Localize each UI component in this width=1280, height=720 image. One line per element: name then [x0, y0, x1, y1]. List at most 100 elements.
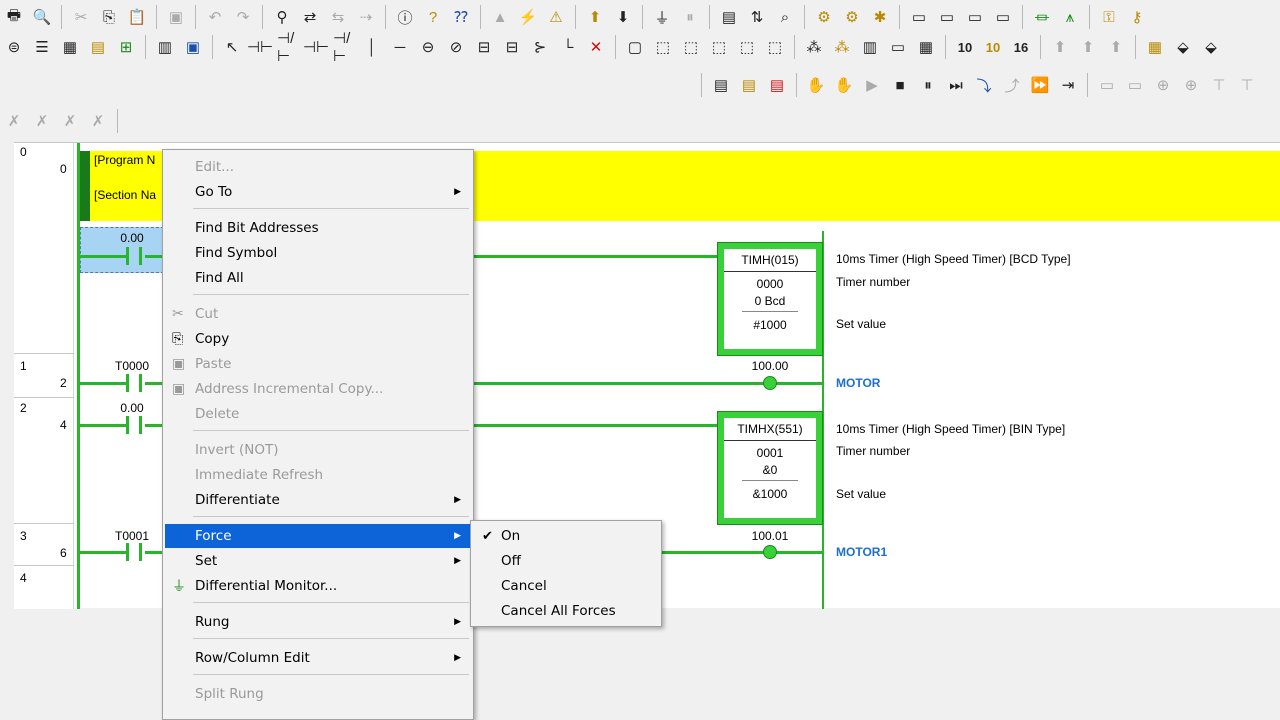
fb-icon-2[interactable]: ✗	[31, 110, 53, 132]
tree-icon[interactable]: ⊞	[115, 36, 137, 58]
io-1-icon[interactable]: ▭	[1096, 74, 1118, 96]
pause-mode-icon[interactable]: ⏸	[679, 6, 701, 28]
timer-block-timhx[interactable]: TIMHX(551) 0001 &0 &1000	[718, 412, 822, 524]
run-icon[interactable]: ▤	[718, 6, 740, 28]
io-4-icon[interactable]: ⊕	[1180, 74, 1202, 96]
view-watch-icon[interactable]: ⬚	[764, 36, 786, 58]
menu-item-differentiate[interactable]: Differentiate ▶	[165, 488, 471, 512]
context-help-icon[interactable]: ⁇	[450, 6, 472, 28]
transfer-icon[interactable]: ⬆	[584, 6, 606, 28]
nc-coil-icon[interactable]: ⊘	[445, 36, 467, 58]
step-over-icon[interactable]: ⤵	[973, 74, 995, 96]
ct-icon[interactable]: ▣	[182, 36, 204, 58]
replace-icon[interactable]: ⇄	[299, 6, 321, 28]
compare-icon[interactable]: ⬇	[612, 6, 634, 28]
nc-contact-icon[interactable]: ⊣/⊢	[277, 30, 299, 65]
io-6-icon[interactable]: ⊤	[1236, 74, 1258, 96]
stop-icon[interactable]: ■	[889, 74, 911, 96]
or-nc-contact-icon[interactable]: ⊣/⊢	[333, 30, 355, 65]
submenu-item-cancel-all-forces[interactable]: Cancel All Forces	[473, 599, 659, 623]
fb-icon-1[interactable]: ✗	[3, 110, 25, 132]
menu-item-find-symbol[interactable]: Find Symbol	[165, 241, 471, 265]
menu-item-paste[interactable]: ▣ Paste	[165, 352, 471, 376]
transfer-plc-icon[interactable]: ⬆	[1105, 36, 1127, 58]
table-icon[interactable]: ▤	[87, 36, 109, 58]
network-icon[interactable]: ⏛	[1031, 6, 1053, 28]
comment-icon[interactable]: ⁂	[831, 36, 853, 58]
instruction-icon[interactable]: ⊟	[473, 36, 495, 58]
submenu-item-cancel[interactable]: Cancel	[473, 574, 659, 598]
play-icon[interactable]: ▶	[861, 74, 883, 96]
no-contact[interactable]	[126, 416, 142, 434]
pause-icon[interactable]: ⏸	[917, 74, 939, 96]
signed-decimal-display-icon[interactable]: 10	[982, 36, 1004, 58]
menu-item-differential-monitor[interactable]: ⏚ Differential Monitor...	[165, 574, 471, 598]
print-preview-icon[interactable]: 🔍	[31, 6, 53, 28]
menu-item-find-all[interactable]: Find All	[165, 266, 471, 290]
info-icon[interactable]: ⓘ	[394, 6, 416, 28]
waveform-icon[interactable]: ⩚	[1059, 6, 1081, 28]
program-icon[interactable]: ⏚	[651, 6, 673, 28]
menu-item-find-bit-addresses[interactable]: Find Bit Addresses	[165, 216, 471, 240]
find-icon[interactable]: ⚲	[271, 6, 293, 28]
network-settings-icon[interactable]: ⊜	[3, 36, 25, 58]
no-contact-icon[interactable]: ⊣⊢	[247, 36, 273, 58]
no-contact[interactable]	[126, 374, 142, 392]
menu-item-address-incremental-copy[interactable]: ▣ Address Incremental Copy...	[165, 377, 471, 401]
online-edit-icon[interactable]: ▦	[1144, 36, 1166, 58]
menu-item-immediate-refresh[interactable]: Immediate Refresh	[165, 463, 471, 487]
menu-item-split-rung[interactable]: Split Rung	[165, 682, 471, 706]
menu-item-row-column-edit[interactable]: Row/Column Edit ▶	[165, 646, 471, 670]
redo-icon[interactable]: ↷	[232, 6, 254, 28]
data-trace-icon[interactable]: ▭	[964, 6, 986, 28]
menu-item-rung[interactable]: Rung ▶	[165, 610, 471, 634]
step-out-icon[interactable]: ⤴	[1001, 74, 1023, 96]
search-icon[interactable]: ⌕	[774, 6, 796, 28]
memory-view-icon[interactable]: ▦	[915, 36, 937, 58]
io-2-icon[interactable]: ▭	[1124, 74, 1146, 96]
decimal-display-icon[interactable]: 10	[954, 36, 976, 58]
io-comment-icon[interactable]: ▭	[887, 36, 909, 58]
menu-item-goto[interactable]: Go To ▶	[165, 180, 471, 204]
connect-icon[interactable]: └	[557, 36, 579, 58]
output-coil[interactable]	[763, 545, 777, 559]
simulator-icon[interactable]: ▤	[710, 74, 732, 96]
settings-icon[interactable]: ✱	[869, 6, 891, 28]
monitor-icon[interactable]: ⚠	[545, 6, 567, 28]
menu-item-delete[interactable]: Delete	[165, 402, 471, 426]
fast-forward-icon[interactable]: ⏩	[1029, 74, 1051, 96]
jump-icon[interactable]: ⇢	[355, 6, 377, 28]
print-icon[interactable]: 🖶	[3, 6, 25, 28]
help-icon[interactable]: ?	[422, 6, 444, 28]
submenu-item-off[interactable]: Off	[473, 549, 659, 573]
memory-icon[interactable]: ▭	[908, 6, 930, 28]
menu-item-cut[interactable]: ✂ Cut	[165, 302, 471, 326]
output-coil[interactable]	[763, 376, 777, 390]
step-end-icon[interactable]: ⇥	[1057, 74, 1079, 96]
rack-icon[interactable]: ⚙	[813, 6, 835, 28]
monitor-mode-icon[interactable]: ⇅	[746, 6, 768, 28]
fb-icon-3[interactable]: ✗	[59, 110, 81, 132]
compile-icon[interactable]: ⬙	[1200, 36, 1222, 58]
memory-card-icon[interactable]: ▭	[936, 6, 958, 28]
submenu-item-on[interactable]: ✔ On	[473, 524, 659, 548]
io-5-icon[interactable]: ⊤	[1208, 74, 1230, 96]
menu-item-set[interactable]: Set ▶	[165, 549, 471, 573]
io-table-icon[interactable]: ⚙	[841, 6, 863, 28]
menu-item-copy[interactable]: ⎘ Copy	[165, 327, 471, 351]
upload-icon[interactable]: ⬆	[1049, 36, 1071, 58]
copy-icon[interactable]: ⎘	[98, 6, 120, 28]
online-icon[interactable]: ⚡	[517, 6, 539, 28]
horizontal-line-icon[interactable]: ─	[389, 36, 411, 58]
view-ladder-icon[interactable]: ⬚	[652, 36, 674, 58]
smb-icon[interactable]: ▥	[154, 36, 176, 58]
or-no-contact-icon[interactable]: ⊣⊢	[303, 36, 329, 58]
warning-icon[interactable]: ▲	[489, 6, 511, 28]
grid-icon[interactable]: ▦	[59, 36, 81, 58]
cut-icon[interactable]: ✂	[70, 6, 92, 28]
fb-icon-4[interactable]: ✗	[87, 110, 109, 132]
hex-display-icon[interactable]: 16	[1010, 36, 1032, 58]
pointer-icon[interactable]: ↖	[221, 36, 243, 58]
coil-icon[interactable]: ⊖	[417, 36, 439, 58]
view-mnemonic-icon[interactable]: ▢	[624, 36, 646, 58]
